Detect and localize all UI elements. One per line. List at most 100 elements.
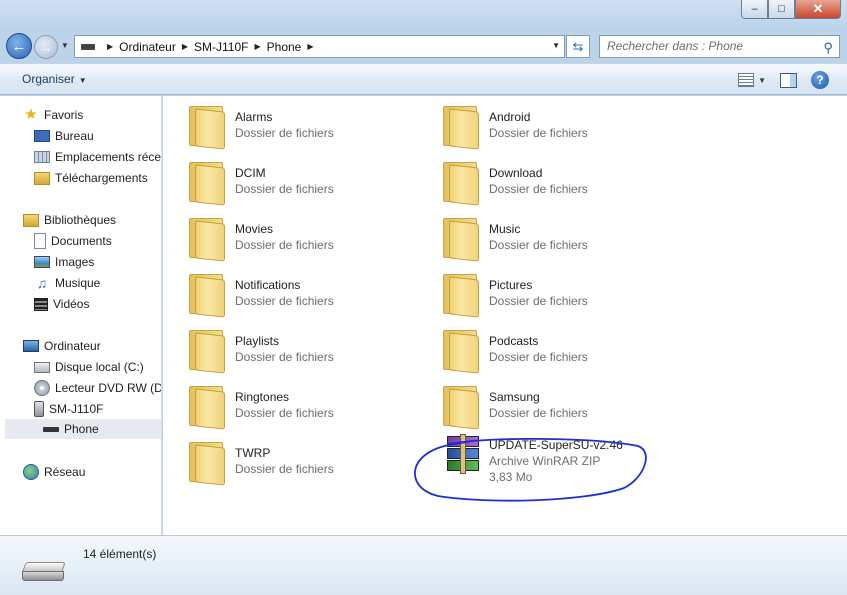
file-item-movies[interactable]: Movies Dossier de fichiers <box>185 214 415 264</box>
file-item-notifications[interactable]: Notifications Dossier de fichiers <box>185 270 415 320</box>
organiser-label: Organiser <box>22 72 75 86</box>
breadcrumb-phone[interactable]: Phone <box>267 40 302 54</box>
sidebar-label: Réseau <box>44 465 86 479</box>
file-name: Movies <box>235 222 274 236</box>
file-item-pictures[interactable]: Pictures Dossier de fichiers <box>439 270 669 320</box>
folder-icon <box>185 382 229 430</box>
minimize-button[interactable]: ‒ <box>741 0 768 19</box>
sidebar-label: Téléchargements <box>55 171 148 185</box>
maximize-button[interactable]: □ <box>768 0 795 19</box>
sidebar-label: Disque local (C:) <box>55 360 144 374</box>
file-type: Dossier de fichiers <box>235 182 334 196</box>
view-options-dropdown[interactable]: ▼ <box>758 76 766 85</box>
sidebar-item-network[interactable]: Réseau <box>23 462 85 482</box>
sidebar-item-videos[interactable]: Vidéos <box>34 294 89 314</box>
folder-icon <box>439 214 483 262</box>
file-name: Notifications <box>235 278 301 292</box>
sidebar-item-device[interactable]: SM-J110F <box>34 399 103 419</box>
back-button[interactable]: ← <box>6 33 32 59</box>
sidebar-item-libraries[interactable]: Bibliothèques <box>23 210 116 230</box>
network-icon <box>23 464 39 480</box>
sidebar-item-phone[interactable]: Phone <box>5 419 161 439</box>
chevron-down-icon: ▼ <box>78 76 87 85</box>
search-input[interactable]: Rechercher dans : Phone ⚲ <box>599 35 840 58</box>
breadcrumb-device[interactable]: SM-J110F <box>194 40 248 54</box>
file-type: Dossier de fichiers <box>489 406 588 420</box>
sidebar-item-desktop[interactable]: Bureau <box>34 126 94 146</box>
file-item-podcasts[interactable]: Podcasts Dossier de fichiers <box>439 326 669 376</box>
refresh-button[interactable]: ⇆ <box>566 35 590 58</box>
file-type: Archive WinRAR ZIP <box>489 454 601 468</box>
command-bar: Organiser ▼ ▼ ? <box>0 63 847 95</box>
file-item-download[interactable]: Download Dossier de fichiers <box>439 158 669 208</box>
folder-icon <box>185 214 229 262</box>
sidebar-label: Images <box>55 255 95 269</box>
sidebar-item-dvd-drive[interactable]: Lecteur DVD RW (D:) <box>34 378 161 398</box>
file-item-alarms[interactable]: Alarms Dossier de fichiers <box>185 102 415 152</box>
sidebar-label: Favoris <box>44 108 84 122</box>
file-name: UPDATE-SuperSU-v2.46 <box>489 438 623 452</box>
file-item-samsung[interactable]: Samsung Dossier de fichiers <box>439 382 669 432</box>
downloads-folder-icon <box>34 171 50 185</box>
file-item-playlists[interactable]: Playlists Dossier de fichiers <box>185 326 415 376</box>
recent-pages-dropdown[interactable]: ▼ <box>61 41 69 50</box>
navigation-bar: ← → ▼ ▶ Ordinateur ▶ SM-J110F ▶ Phone ▶ … <box>0 32 847 60</box>
breadcrumb-computer[interactable]: Ordinateur <box>119 40 176 54</box>
folder-icon <box>439 382 483 430</box>
folder-icon <box>185 326 229 374</box>
sidebar-item-computer[interactable]: Ordinateur <box>23 336 101 356</box>
storage-icon <box>43 426 59 432</box>
file-type: Dossier de fichiers <box>489 350 588 364</box>
file-type: Dossier de fichiers <box>235 350 334 364</box>
address-history-dropdown[interactable]: ▼ <box>552 41 560 50</box>
file-item-music[interactable]: Music Dossier de fichiers <box>439 214 669 264</box>
file-type: Dossier de fichiers <box>235 294 334 308</box>
file-name: Pictures <box>489 278 533 292</box>
chevron-right-icon[interactable]: ▶ <box>182 42 188 51</box>
sidebar-item-downloads[interactable]: Téléchargements <box>34 168 148 188</box>
folder-icon <box>185 102 229 150</box>
pictures-icon <box>34 256 50 268</box>
sidebar-item-music[interactable]: ♫ Musique <box>34 273 101 293</box>
change-view-icon[interactable] <box>738 73 755 87</box>
address-bar[interactable]: ▶ Ordinateur ▶ SM-J110F ▶ Phone ▶ ▼ <box>74 35 565 58</box>
arrow-right-icon: → <box>39 39 53 55</box>
winrar-archive-icon <box>447 434 479 474</box>
forward-button[interactable]: → <box>34 35 58 59</box>
search-icon[interactable]: ⚲ <box>823 37 833 58</box>
sidebar-item-documents[interactable]: Documents <box>34 231 112 251</box>
file-type: Dossier de fichiers <box>489 238 588 252</box>
sidebar-label: Bureau <box>55 129 94 143</box>
file-name: Ringtones <box>235 390 290 404</box>
file-type: Dossier de fichiers <box>235 238 334 252</box>
folder-icon <box>439 158 483 206</box>
sidebar-item-images[interactable]: Images <box>34 252 94 272</box>
sidebar-item-local-disk[interactable]: Disque local (C:) <box>34 357 144 377</box>
file-item-ringtones[interactable]: Ringtones Dossier de fichiers <box>185 382 415 432</box>
chevron-right-icon[interactable]: ▶ <box>307 42 313 51</box>
file-type: Dossier de fichiers <box>235 126 334 140</box>
sidebar-item-recent-places[interactable]: Emplacements récents <box>34 147 161 167</box>
chevron-right-icon[interactable]: ▶ <box>254 42 260 51</box>
organiser-menu[interactable]: Organiser ▼ <box>22 72 87 86</box>
file-item-twrp[interactable]: TWRP Dossier de fichiers <box>185 438 415 488</box>
sidebar-label: Musique <box>55 276 101 290</box>
libraries-icon <box>23 213 39 227</box>
preview-pane-icon[interactable] <box>780 72 797 88</box>
folder-icon <box>439 102 483 150</box>
folder-icon <box>185 270 229 318</box>
chevron-right-icon[interactable]: ▶ <box>107 42 113 51</box>
phone-icon <box>34 401 44 417</box>
computer-icon <box>23 340 39 352</box>
sidebar-item-favorites[interactable]: ★ Favoris <box>23 105 83 125</box>
file-item-supersu-zip[interactable]: UPDATE-SuperSU-v2.46 Archive WinRAR ZIP … <box>439 430 669 490</box>
help-icon[interactable]: ? <box>811 71 829 89</box>
close-button[interactable]: ✕ <box>795 0 841 19</box>
star-icon: ★ <box>24 106 38 123</box>
file-item-dcim[interactable]: DCIM Dossier de fichiers <box>185 158 415 208</box>
file-item-android[interactable]: Android Dossier de fichiers <box>439 102 669 152</box>
folder-icon <box>185 158 229 206</box>
file-type: Dossier de fichiers <box>235 406 334 420</box>
details-pane: 14 élément(s) <box>0 535 847 595</box>
folder-icon <box>439 270 483 318</box>
